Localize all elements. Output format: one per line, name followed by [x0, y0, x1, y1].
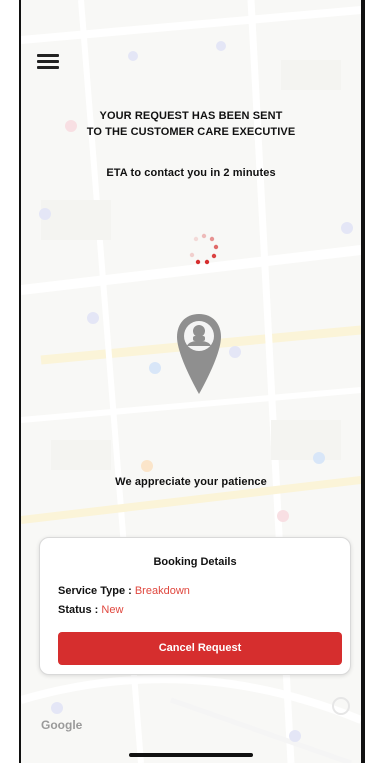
request-sent-line2: TO THE CUSTOMER CARE EXECUTIVE — [86, 126, 296, 138]
location-pin-icon — [177, 314, 221, 394]
hamburger-menu-icon[interactable] — [37, 54, 59, 70]
map-watermark: Google — [41, 718, 83, 732]
app-screen: Google YOUR REQUEST HAS BEEN SENT TO THE… — [21, 0, 361, 763]
status-value: New — [101, 604, 124, 616]
eta-text: ETA to contact you in 2 minutes — [106, 167, 276, 179]
patience-text: We appreciate your patience — [115, 476, 267, 488]
loading-spinner-icon — [189, 233, 219, 265]
status-label: Status : — [58, 604, 99, 616]
booking-details-card: Booking Details Service Type : Breakdown… — [39, 537, 351, 675]
service-type-label: Service Type : — [58, 585, 132, 597]
booking-details-title: Booking Details — [153, 556, 237, 568]
service-type-row: Service Type : Breakdown — [58, 585, 190, 597]
home-indicator[interactable] — [129, 753, 253, 757]
status-row: Status : New — [58, 604, 123, 616]
service-type-value: Breakdown — [134, 585, 190, 597]
request-sent-line1: YOUR REQUEST HAS BEEN SENT — [99, 110, 283, 122]
cancel-request-button[interactable]: Cancel Request — [58, 632, 342, 665]
screen-edge-right — [361, 0, 365, 763]
